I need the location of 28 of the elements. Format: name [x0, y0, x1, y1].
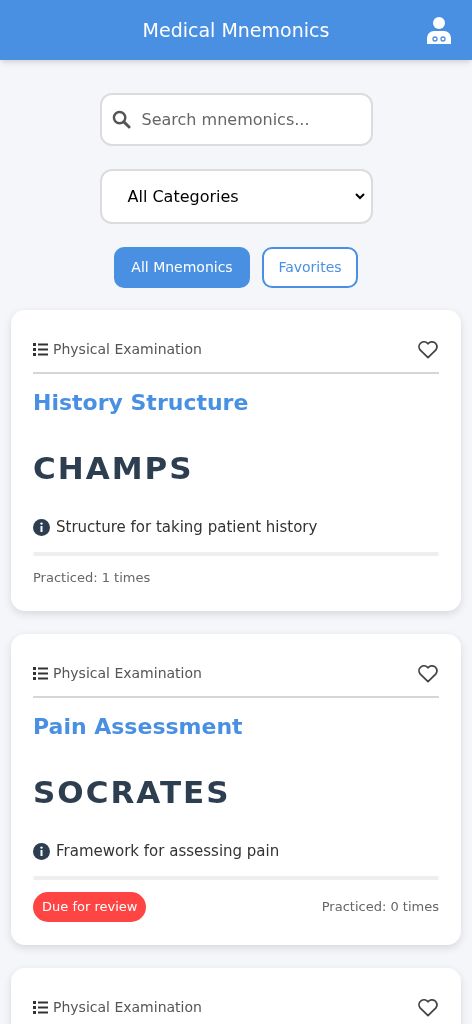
app-title: Medical Mnemonics [142, 17, 330, 43]
mnemonic-text: CHAMPS [33, 449, 195, 488]
filter-tab[interactable]: All Mnemonics [114, 247, 250, 288]
heart-icon[interactable] [417, 663, 439, 683]
card-title: Pain Assessment [33, 713, 244, 741]
due-badge: Due for review [33, 892, 147, 922]
info-icon [33, 518, 50, 536]
practice-count: Practiced: 0 times [321, 898, 439, 916]
description-text: Framework for assessing pain [56, 840, 280, 862]
search-field[interactable]: Search mnemonics... [99, 93, 373, 146]
info-icon [33, 842, 50, 860]
heart-icon[interactable] [417, 339, 439, 359]
category-label: Physical Examination [53, 664, 202, 683]
description-text: Structure for taking patient history [56, 516, 318, 538]
category-select[interactable]: All Categories [99, 169, 373, 224]
card-title: History Structure [33, 389, 250, 417]
chevron-icon [354, 193, 365, 200]
mnemonic-text: SOCRATES [33, 773, 232, 812]
search-icon [111, 110, 131, 129]
category-label: Physical Examination [53, 998, 202, 1017]
list-icon [33, 666, 48, 680]
list-icon [33, 342, 48, 356]
category-label: Physical Examination [53, 340, 202, 359]
doctor-icon[interactable] [427, 17, 451, 44]
practice-count: Practiced: 1 times [33, 569, 151, 587]
filter-tab[interactable]: Favorites [262, 247, 358, 288]
heart-icon[interactable] [417, 997, 439, 1017]
list-icon [33, 1000, 48, 1014]
